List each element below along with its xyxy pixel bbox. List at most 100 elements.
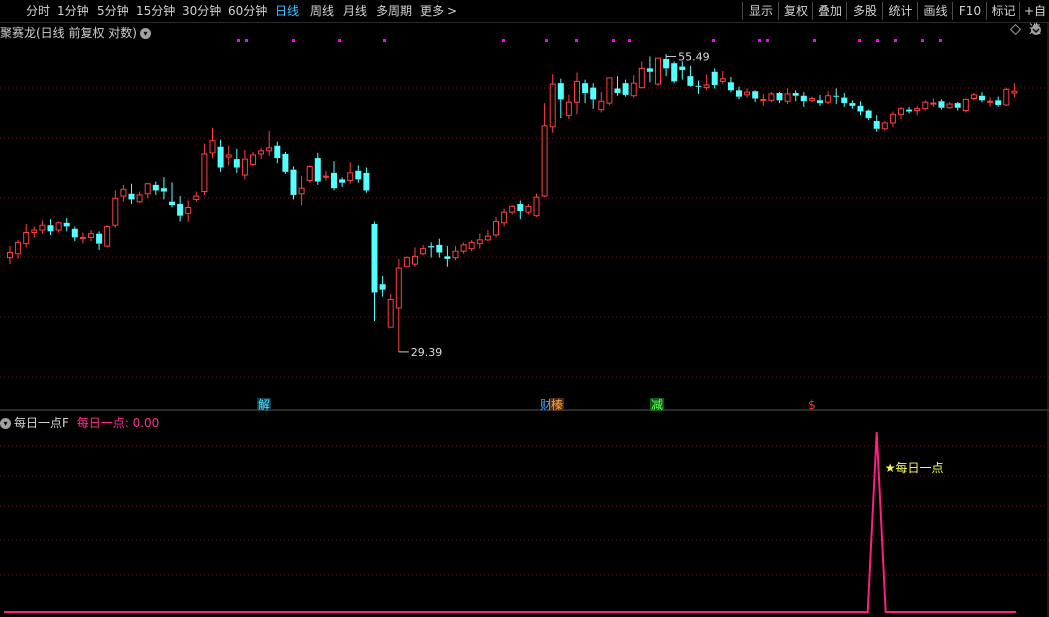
candle [574, 72, 580, 115]
candle-body [193, 195, 200, 200]
signal-dot [545, 39, 548, 42]
candle-body [160, 188, 167, 192]
candle-body [622, 83, 629, 95]
candle-body [655, 57, 661, 85]
chart-canvas[interactable]: 55.4929.39解 财榛减 $ ★每日一点 [0, 0, 1049, 617]
candle [47, 219, 54, 235]
candle-body [233, 159, 240, 168]
candle [355, 165, 362, 183]
candle-body [63, 222, 70, 227]
candle-body [663, 58, 670, 69]
candle-body [849, 103, 856, 106]
candle-body [274, 145, 281, 159]
candle-body [962, 98, 969, 112]
candle [565, 94, 572, 120]
candle [582, 79, 589, 104]
candle-body [39, 224, 46, 231]
candle-body [914, 108, 921, 112]
candle [379, 276, 386, 297]
candle [428, 242, 435, 258]
candle [703, 74, 710, 91]
candle-body [152, 184, 159, 191]
candle-body [541, 125, 548, 197]
candle [736, 86, 742, 100]
candle-body [428, 246, 435, 248]
candle [120, 184, 127, 202]
candle [646, 56, 653, 83]
candle-body [970, 94, 977, 99]
candle [792, 90, 799, 102]
candle [614, 76, 621, 96]
candle [800, 92, 807, 107]
candle-body [298, 187, 305, 195]
candle-body [938, 101, 945, 108]
candle [177, 196, 184, 222]
candle-body [768, 93, 775, 101]
candle [606, 77, 613, 105]
candle [371, 221, 378, 322]
candle [987, 97, 994, 107]
candle-body [752, 91, 759, 99]
candle-body [31, 229, 38, 233]
candle [63, 218, 70, 232]
candle-body [47, 225, 54, 232]
signal-dot [876, 39, 879, 42]
candle-body [695, 85, 702, 87]
candle [954, 102, 961, 111]
signal-dot [245, 39, 248, 42]
candle-body [395, 267, 402, 309]
candle-body [857, 105, 864, 112]
candle-body [719, 78, 726, 82]
candle [266, 130, 273, 156]
candle-body [679, 66, 686, 71]
candle-body [169, 201, 175, 206]
candle [808, 96, 815, 103]
candle [55, 221, 62, 233]
candle [363, 167, 370, 193]
candle-body [355, 170, 362, 180]
candle-body [339, 179, 346, 183]
candle-body [112, 197, 119, 226]
candle [7, 246, 13, 265]
candle-body [444, 256, 451, 259]
signal-dot [712, 39, 715, 42]
candle [833, 88, 840, 105]
signal-label-2: 榛 [551, 398, 563, 412]
candle-body [250, 154, 256, 165]
candle [590, 83, 597, 109]
candle [914, 105, 921, 116]
candle-body [217, 146, 224, 168]
candle [104, 225, 111, 248]
candle [509, 205, 516, 215]
candle [598, 92, 605, 113]
candle-body [136, 194, 143, 203]
candle [193, 191, 200, 202]
candle-body [711, 71, 718, 85]
diamond-icon [1009, 23, 1022, 36]
candle [282, 151, 289, 174]
candle-body [557, 83, 564, 100]
candle [339, 177, 346, 188]
signal-dot [502, 39, 505, 42]
candle-body [209, 140, 216, 154]
candle [727, 76, 734, 93]
candle-body [630, 82, 637, 97]
candle-body [784, 93, 791, 102]
signal-dot [237, 39, 240, 42]
candle [687, 65, 694, 87]
candle-body [322, 175, 329, 178]
candle-body [954, 103, 961, 108]
candle-body [144, 183, 151, 195]
signal-dot [338, 39, 341, 42]
candle-body [687, 76, 694, 86]
candle [719, 70, 726, 85]
candle [784, 88, 791, 105]
candle-body [225, 154, 232, 158]
candle [906, 106, 913, 114]
candle-body [533, 196, 540, 217]
candle-body [671, 63, 678, 82]
candle-body [979, 95, 985, 101]
candle-body [582, 83, 589, 94]
candle-body [898, 108, 904, 115]
candle-body [930, 102, 937, 105]
